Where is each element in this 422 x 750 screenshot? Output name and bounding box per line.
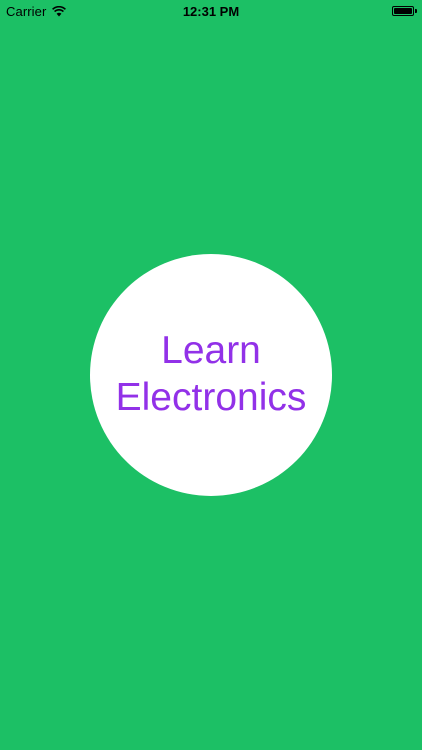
battery-tip bbox=[415, 9, 417, 13]
battery-fill bbox=[394, 8, 412, 14]
app-title-line1: Learn bbox=[161, 329, 261, 373]
app-logo-circle: Learn Electronics bbox=[90, 254, 332, 496]
splash-screen: Carrier 12:31 PM Learn Electronics bbox=[0, 0, 422, 750]
clock-label: 12:31 PM bbox=[182, 4, 240, 19]
status-bar: Carrier 12:31 PM bbox=[0, 0, 422, 22]
app-title-line2: Electronics bbox=[115, 376, 307, 419]
battery-icon bbox=[392, 6, 414, 16]
